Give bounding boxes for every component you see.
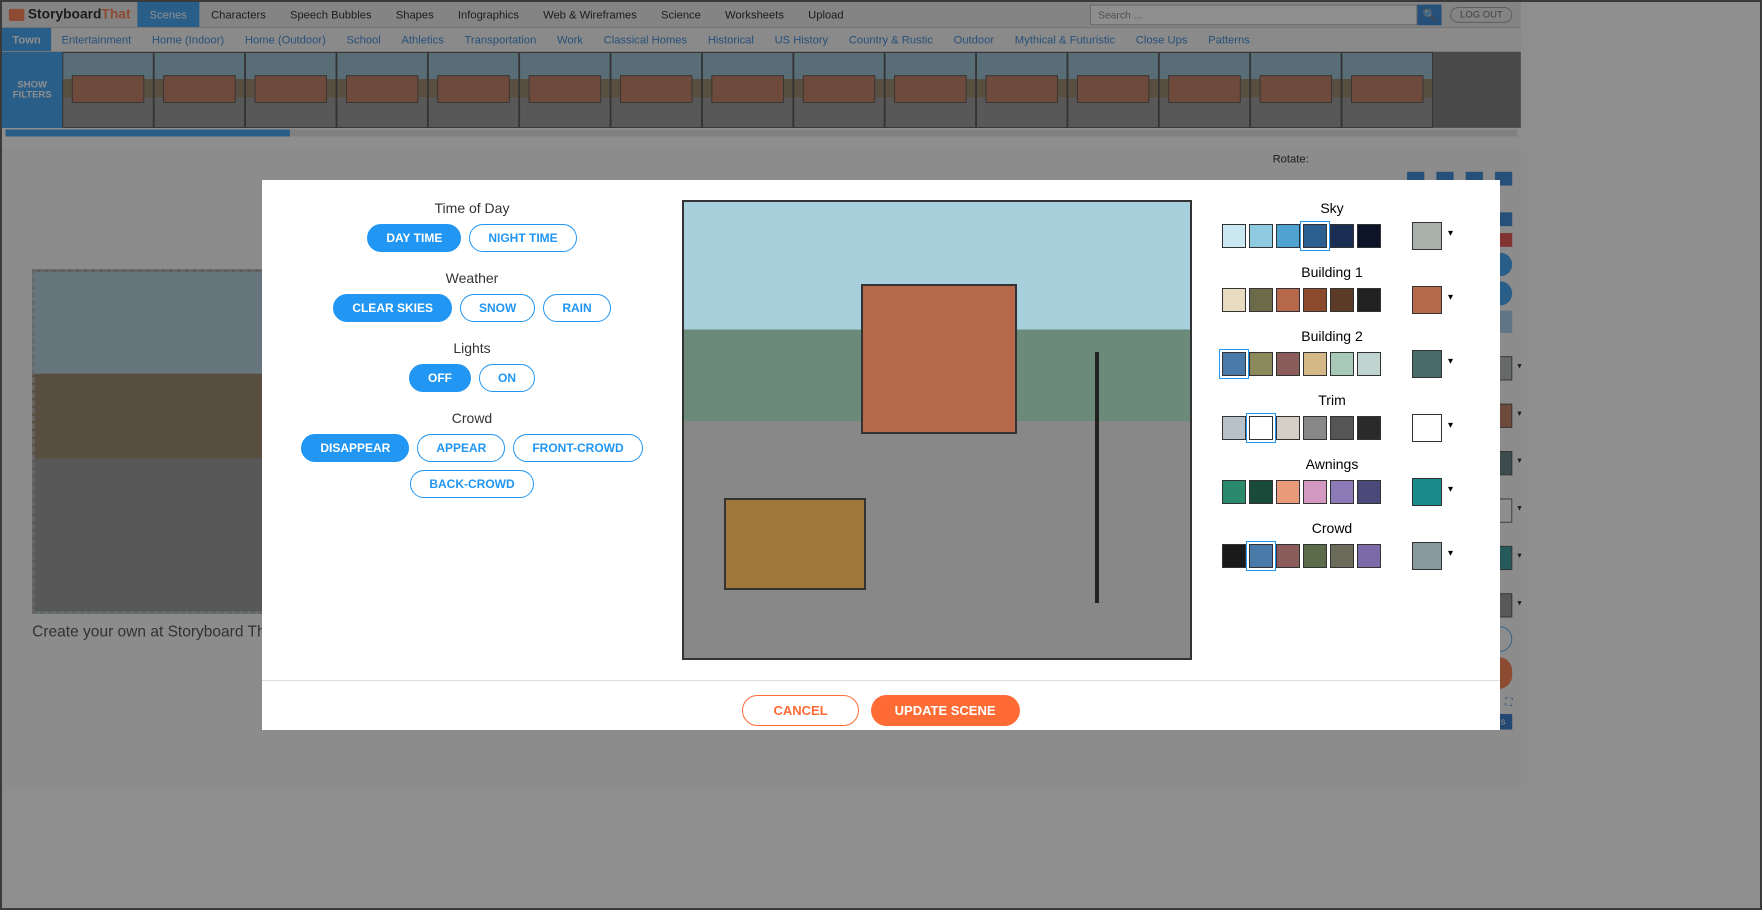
- swatch[interactable]: [1303, 352, 1327, 376]
- swatch[interactable]: [1249, 352, 1273, 376]
- color-label-awnings: Awnings: [1222, 456, 1442, 472]
- color-picker[interactable]: [1412, 286, 1442, 314]
- swatch[interactable]: [1357, 352, 1381, 376]
- color-label-trim: Trim: [1222, 392, 1442, 408]
- swatch[interactable]: [1249, 416, 1273, 440]
- pill-night-time[interactable]: NIGHT TIME: [469, 224, 576, 252]
- color-label-building-1: Building 1: [1222, 264, 1442, 280]
- modal-overlay: Time of Day DAY TIME NIGHT TIME Weather CLEA…: [2, 2, 1760, 908]
- pill-front-crowd[interactable]: FRONT-CROWD: [513, 434, 642, 462]
- swatch[interactable]: [1330, 224, 1354, 248]
- swatch[interactable]: [1303, 544, 1327, 568]
- swatch[interactable]: [1222, 544, 1246, 568]
- swatch[interactable]: [1330, 480, 1354, 504]
- swatch[interactable]: [1303, 416, 1327, 440]
- color-label-building-2: Building 2: [1222, 328, 1442, 344]
- swatch[interactable]: [1276, 416, 1300, 440]
- swatch[interactable]: [1330, 288, 1354, 312]
- color-label-crowd: Crowd: [1222, 520, 1442, 536]
- swatch[interactable]: [1330, 544, 1354, 568]
- color-picker[interactable]: [1412, 222, 1442, 250]
- swatch[interactable]: [1330, 352, 1354, 376]
- pill-rain[interactable]: RAIN: [543, 294, 610, 322]
- swatch[interactable]: [1357, 224, 1381, 248]
- color-picker[interactable]: [1412, 478, 1442, 506]
- swatch[interactable]: [1303, 480, 1327, 504]
- swatch[interactable]: [1303, 224, 1327, 248]
- pill-appear[interactable]: APPEAR: [417, 434, 505, 462]
- swatch[interactable]: [1222, 480, 1246, 504]
- swatch[interactable]: [1222, 352, 1246, 376]
- color-picker[interactable]: [1412, 350, 1442, 378]
- swatch[interactable]: [1330, 416, 1354, 440]
- scene-colors: Sky Building 1 Building 2 Trim Awnings Crowd: [1222, 200, 1442, 660]
- cancel-button[interactable]: CANCEL: [742, 695, 858, 726]
- option-label: Time of Day: [292, 200, 652, 216]
- pill-day-time[interactable]: DAY TIME: [367, 224, 461, 252]
- swatch[interactable]: [1357, 480, 1381, 504]
- pill-clear-skies[interactable]: CLEAR SKIES: [333, 294, 452, 322]
- swatch[interactable]: [1276, 352, 1300, 376]
- swatch[interactable]: [1249, 480, 1273, 504]
- swatch[interactable]: [1249, 288, 1273, 312]
- swatch[interactable]: [1276, 544, 1300, 568]
- swatch[interactable]: [1276, 288, 1300, 312]
- scene-options: Time of Day DAY TIME NIGHT TIME Weather CLEA…: [292, 200, 652, 660]
- swatch[interactable]: [1276, 224, 1300, 248]
- edit-scene-modal: Time of Day DAY TIME NIGHT TIME Weather CLEA…: [262, 180, 1500, 730]
- option-label: Crowd: [292, 410, 652, 426]
- pill-back-crowd[interactable]: BACK-CROWD: [410, 470, 533, 498]
- swatch[interactable]: [1249, 224, 1273, 248]
- option-label: Weather: [292, 270, 652, 286]
- scene-preview: [682, 200, 1192, 660]
- swatch[interactable]: [1222, 416, 1246, 440]
- pill-on[interactable]: ON: [479, 364, 535, 392]
- swatch[interactable]: [1249, 544, 1273, 568]
- color-picker[interactable]: [1412, 542, 1442, 570]
- color-label-sky: Sky: [1222, 200, 1442, 216]
- pill-disappear[interactable]: DISAPPEAR: [301, 434, 409, 462]
- option-label: Lights: [292, 340, 652, 356]
- swatch[interactable]: [1222, 224, 1246, 248]
- pill-off[interactable]: OFF: [409, 364, 471, 392]
- swatch[interactable]: [1222, 288, 1246, 312]
- swatch[interactable]: [1357, 416, 1381, 440]
- swatch[interactable]: [1357, 288, 1381, 312]
- swatch[interactable]: [1303, 288, 1327, 312]
- update-scene-button[interactable]: UPDATE SCENE: [871, 695, 1020, 726]
- pill-snow[interactable]: SNOW: [460, 294, 535, 322]
- swatch[interactable]: [1357, 544, 1381, 568]
- color-picker[interactable]: [1412, 414, 1442, 442]
- swatch[interactable]: [1276, 480, 1300, 504]
